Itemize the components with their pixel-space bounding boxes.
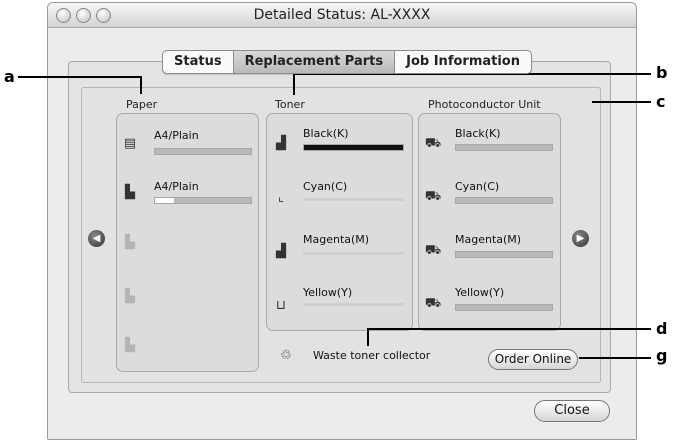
detailed-status-window: Detailed Status: AL-XXXX Status Replacem… xyxy=(47,2,637,440)
paper-tray-1-level-fill xyxy=(155,198,175,203)
previous-arrow-button[interactable]: ◀ xyxy=(88,230,105,247)
next-arrow-button[interactable]: ▶ xyxy=(572,230,589,247)
title-bar: Detailed Status: AL-XXXX xyxy=(48,3,636,28)
callout-b-label: b xyxy=(656,63,668,82)
toner-magenta-label: Magenta(M) xyxy=(303,233,370,246)
close-button[interactable]: Close xyxy=(534,400,610,422)
toner-cyan-level-bar xyxy=(303,198,404,201)
tab-job-information[interactable]: Job Information xyxy=(395,51,531,73)
toner-black-level-fill xyxy=(304,145,403,150)
toner-yellow-label: Yellow(Y) xyxy=(303,286,353,299)
photoconductor-cyan-icon: ⛟ xyxy=(424,189,442,204)
window-title: Detailed Status: AL-XXXX xyxy=(253,7,431,23)
waste-toner-label: Waste toner collector xyxy=(313,349,431,362)
tab-replacement-parts[interactable]: Replacement Parts xyxy=(233,51,396,73)
toner-yellow-icon: ⊔ xyxy=(275,298,287,313)
waste-toner-icon: ♲ xyxy=(280,348,292,363)
arrow-right-icon: ▶ xyxy=(576,233,585,244)
photoconductor-magenta-label: Magenta(M) xyxy=(455,233,522,246)
callout-d-label: d xyxy=(656,319,668,338)
paper-group-label: Paper xyxy=(126,98,158,111)
photoconductor-black-label: Black(K) xyxy=(455,127,501,140)
photoconductor-group-label: Photoconductor Unit xyxy=(428,98,541,111)
callout-a-leader xyxy=(140,76,142,94)
paper-tray-mp-icon: ▤ xyxy=(123,136,137,151)
toner-cyan-icon: ⌞ xyxy=(277,190,285,205)
toner-magenta-icon: ▟ xyxy=(276,244,286,259)
tab-status[interactable]: Status xyxy=(163,51,234,73)
callout-a-label: a xyxy=(4,67,15,86)
toner-yellow-level-bar xyxy=(303,303,404,306)
paper-tray-mp-label: A4/Plain xyxy=(154,129,199,142)
paper-tray-1-icon: ▙ xyxy=(125,185,135,200)
toner-cyan-label: Cyan(C) xyxy=(303,180,348,193)
callout-g-line xyxy=(579,357,651,359)
photoconductor-yellow-icon: ⛟ xyxy=(424,296,442,311)
paper-tray-3-icon: ▙ xyxy=(125,289,135,304)
paper-tray-1-level-bar xyxy=(154,197,252,204)
photoconductor-magenta-icon: ⛟ xyxy=(424,243,442,258)
toner-black-icon: ▟ xyxy=(276,136,286,151)
callout-c-label: c xyxy=(656,92,666,111)
callout-c-line xyxy=(592,101,651,103)
tab-bar: Status Replacement Parts Job Information xyxy=(162,50,532,74)
paper-tray-4-icon: ▙ xyxy=(125,338,135,353)
callout-d-line xyxy=(368,328,651,330)
callout-a-line xyxy=(18,76,141,78)
callout-g-label: g xyxy=(656,346,668,365)
toner-black-label: Black(K) xyxy=(303,127,349,140)
photoconductor-cyan-level-bar xyxy=(455,197,553,204)
toner-group-label: Toner xyxy=(275,98,305,111)
order-online-button[interactable]: Order Online xyxy=(488,349,578,370)
photoconductor-magenta-level-bar xyxy=(455,251,553,258)
paper-tray-2-icon: ▙ xyxy=(125,235,135,250)
photoconductor-cyan-label: Cyan(C) xyxy=(455,180,500,193)
photoconductor-black-icon: ⛟ xyxy=(424,136,442,151)
photoconductor-black-level-bar xyxy=(455,144,553,151)
callout-b-leader xyxy=(293,73,295,95)
toner-black-level-bar xyxy=(303,144,404,151)
photoconductor-yellow-label: Yellow(Y) xyxy=(455,286,505,299)
photoconductor-yellow-level-bar xyxy=(455,304,553,311)
callout-d-leader xyxy=(367,328,369,346)
toner-magenta-level-bar xyxy=(303,252,404,255)
paper-tray-1-label: A4/Plain xyxy=(154,180,199,193)
arrow-left-icon: ◀ xyxy=(92,233,101,244)
paper-tray-mp-level-bar xyxy=(154,148,252,155)
